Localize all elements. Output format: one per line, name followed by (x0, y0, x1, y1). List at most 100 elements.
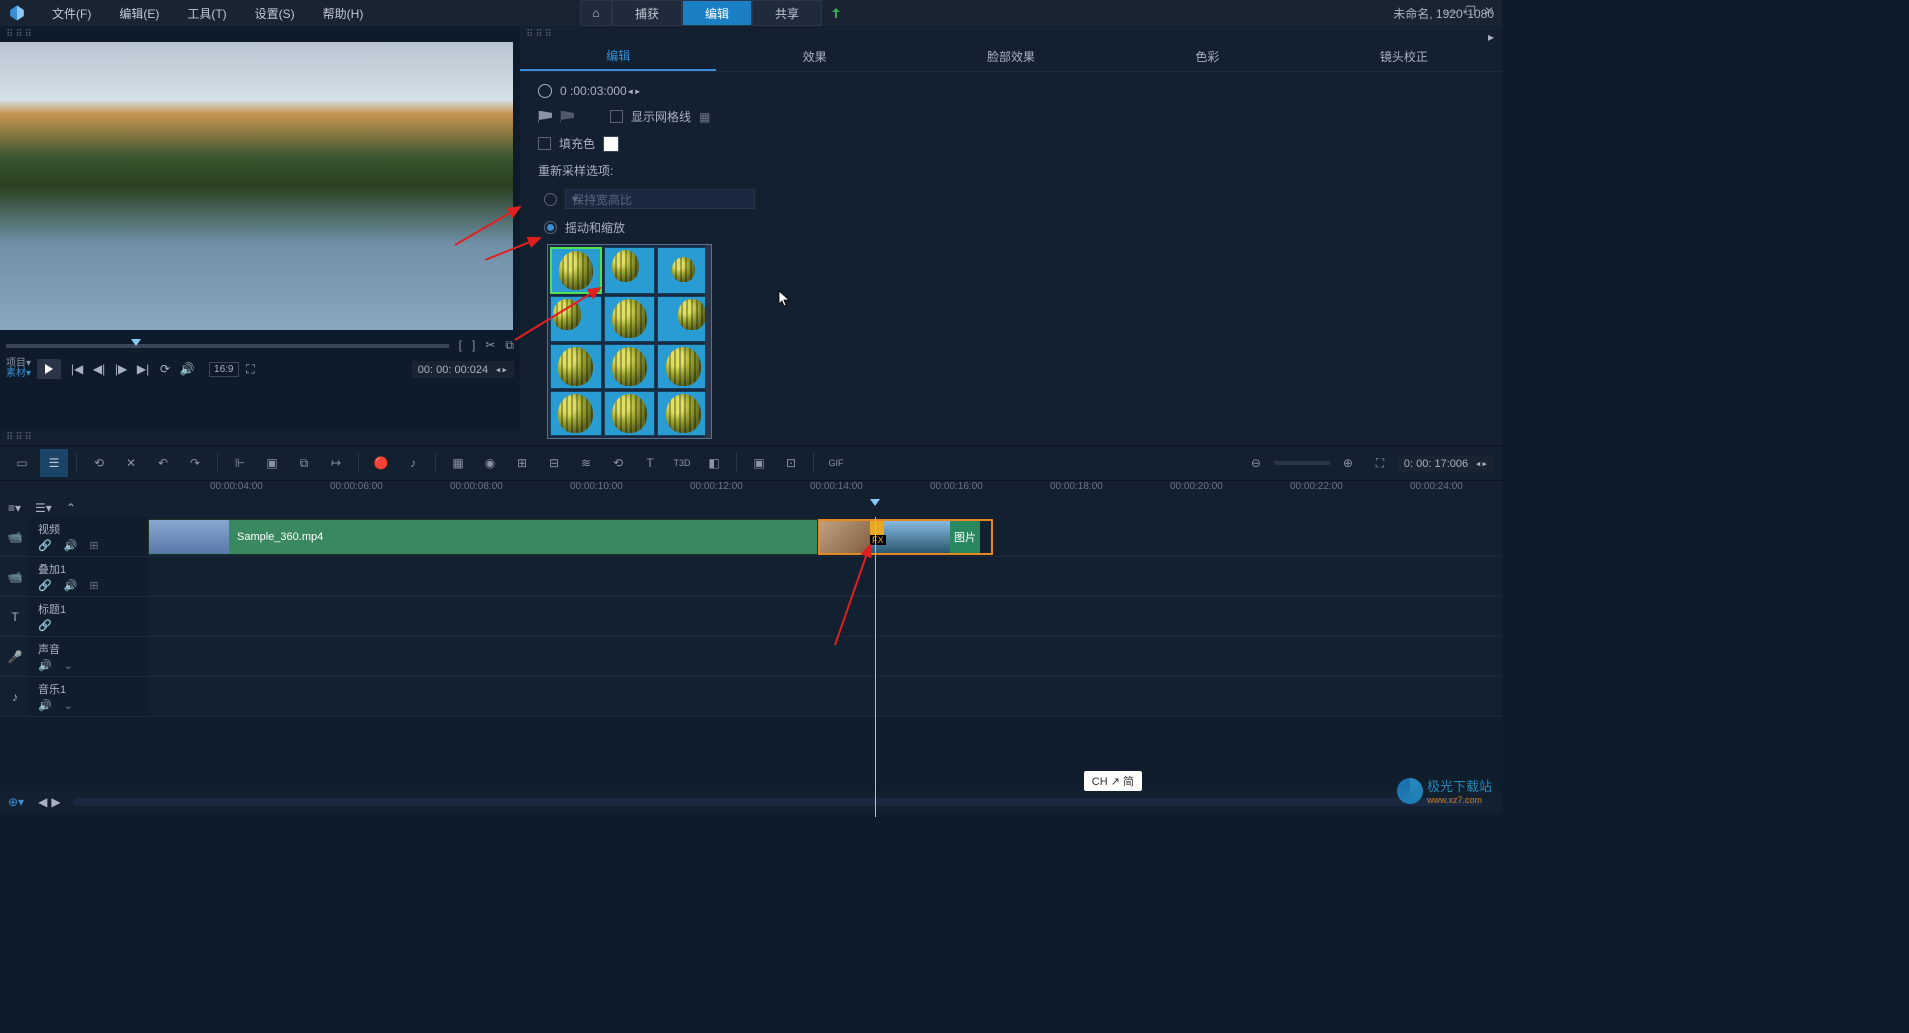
horizontal-scrollbar[interactable] (73, 798, 1482, 806)
aspect-ratio[interactable]: 16:9 (209, 362, 238, 377)
link-icon[interactable]: 🔗 (38, 579, 52, 592)
menu-help[interactable]: 帮助(H) (309, 5, 378, 22)
prop-tab-edit[interactable]: 编辑 (520, 42, 716, 71)
play-button[interactable] (37, 359, 61, 379)
preset-option[interactable] (657, 391, 709, 436)
tool-icon[interactable]: ⊩ (226, 449, 254, 477)
mute-icon[interactable]: 🔊 (38, 659, 52, 672)
track-content[interactable] (148, 637, 1502, 676)
tool-icon[interactable]: ⟲ (604, 449, 632, 477)
tool-icon[interactable]: ◧ (700, 449, 728, 477)
keep-ratio-dropdown[interactable]: 保持宽高比▾ (565, 189, 755, 209)
popup-scrollbar[interactable] (705, 245, 711, 438)
track-content[interactable] (148, 597, 1502, 636)
preset-option[interactable] (657, 344, 709, 389)
expand-icon[interactable]: ⌄ (64, 699, 73, 712)
preset-option[interactable] (657, 296, 709, 341)
tool-icon[interactable]: ⧉ (290, 449, 318, 477)
preset-option[interactable] (550, 391, 602, 436)
link-icon[interactable]: 🔗 (38, 539, 52, 552)
tool-icon[interactable]: 🔴 (367, 449, 395, 477)
nav-next-icon[interactable]: ▶ (51, 795, 60, 809)
tool-icon[interactable]: T (636, 449, 664, 477)
go-end-button[interactable]: ▶| (133, 359, 153, 379)
mute-icon[interactable]: 🔊 (38, 699, 52, 712)
timeline-timecode[interactable]: 0: 00: 17:006 ◂▸ (1398, 455, 1494, 472)
preview-timecode[interactable]: 00: 00: 00:024 ◂▸ (412, 361, 514, 378)
tool-icon[interactable]: T3D (668, 449, 696, 477)
preview-scrubber[interactable] (6, 344, 449, 348)
tool-icon[interactable]: ▣ (258, 449, 286, 477)
mute-icon[interactable]: 🔊 (64, 579, 78, 592)
timeline-ruler[interactable]: 00:00:04:00 00:00:06:00 00:00:08:00 00:0… (0, 481, 1502, 499)
track-collapse-icon[interactable]: ⌃ (66, 501, 76, 515)
tab-edit[interactable]: 编辑 (682, 0, 752, 26)
panel-grip[interactable]: ⠿⠿⠿ (0, 429, 1502, 445)
storyboard-view-button[interactable]: ▭ (8, 449, 36, 477)
track-icon[interactable]: ≡▾ (8, 501, 21, 515)
fit-button[interactable]: ⛶ (1366, 449, 1394, 477)
flag-icon[interactable] (538, 111, 552, 123)
playhead[interactable] (875, 517, 876, 817)
split-icon[interactable]: ✂ (485, 338, 495, 353)
preview-mode-label[interactable]: 项目▾ 素材▾ (6, 359, 31, 379)
preset-option[interactable] (604, 391, 656, 436)
timeline-view-button[interactable]: ☰ (40, 449, 68, 477)
preset-option[interactable] (550, 296, 602, 341)
track-content[interactable] (148, 677, 1502, 716)
flag-icon[interactable] (560, 111, 574, 123)
track-icon[interactable]: ☰▾ (35, 501, 52, 515)
pan-zoom-radio[interactable] (544, 221, 557, 234)
tool-icon[interactable]: ♪ (399, 449, 427, 477)
mark-out-icon[interactable]: ] (472, 338, 475, 353)
link-icon[interactable]: 🔗 (38, 619, 52, 632)
fill-color-checkbox[interactable] (538, 137, 551, 150)
preset-option[interactable] (604, 247, 656, 294)
tool-icon[interactable]: ⊞ (508, 449, 536, 477)
tab-home[interactable]: ⌂ (580, 0, 612, 26)
image-clip[interactable]: FX 图片 (818, 519, 993, 555)
undo-button[interactable]: ↶ (149, 449, 177, 477)
upload-icon[interactable] (829, 6, 843, 20)
snapshot-icon[interactable]: ⧉ (505, 338, 514, 353)
tab-share[interactable]: 共享 (752, 0, 822, 26)
zoom-in-button[interactable]: ⊕ (1334, 449, 1362, 477)
track-content[interactable] (148, 557, 1502, 596)
panel-grip[interactable]: ⠿⠿⠿ (0, 26, 520, 42)
tools-button[interactable]: ✕ (117, 449, 145, 477)
replace-button[interactable]: ⟲ (85, 449, 113, 477)
minimize-button[interactable]: — (1445, 4, 1457, 18)
tool-icon[interactable]: ▦ (444, 449, 472, 477)
status-icon[interactable]: ⊕▾ (8, 795, 24, 809)
props-menu-icon[interactable]: ▸ (1488, 30, 1494, 44)
lock-icon[interactable]: ⊞ (89, 539, 98, 552)
menu-file[interactable]: 文件(F) (38, 5, 105, 22)
grid-icon[interactable] (699, 110, 713, 124)
maximize-button[interactable]: ❐ (1465, 4, 1476, 18)
tab-capture[interactable]: 捕获 (612, 0, 682, 26)
expand-icon[interactable]: ⌄ (64, 659, 73, 672)
keep-ratio-radio[interactable] (544, 193, 557, 206)
preview-viewport[interactable] (0, 42, 513, 330)
mute-icon[interactable]: 🔊 (64, 539, 78, 552)
zoom-out-button[interactable]: ⊖ (1242, 449, 1270, 477)
next-frame-button[interactable]: |▶ (111, 359, 131, 379)
menu-edit[interactable]: 编辑(E) (105, 5, 173, 22)
tool-icon[interactable]: ≋ (572, 449, 600, 477)
prop-tab-lens[interactable]: 镜头校正 (1306, 42, 1502, 71)
preset-option[interactable] (550, 247, 602, 294)
close-button[interactable]: ✕ (1484, 4, 1494, 18)
zoom-slider[interactable] (1274, 461, 1330, 465)
tool-icon[interactable]: ⊡ (777, 449, 805, 477)
lock-icon[interactable]: ⊞ (89, 579, 98, 592)
expand-icon[interactable]: ⛶ (241, 359, 261, 379)
loop-button[interactable]: ⟳ (155, 359, 175, 379)
prop-tab-face[interactable]: 脸部效果 (913, 42, 1109, 71)
fill-color-swatch[interactable] (603, 136, 619, 152)
preset-option[interactable] (657, 247, 709, 294)
go-start-button[interactable]: |◀ (67, 359, 87, 379)
preset-option[interactable] (604, 296, 656, 341)
show-grid-checkbox[interactable] (610, 110, 623, 123)
redo-button[interactable]: ↷ (181, 449, 209, 477)
duration-input[interactable]: 0 :00:03:000◂▸ (560, 84, 641, 98)
